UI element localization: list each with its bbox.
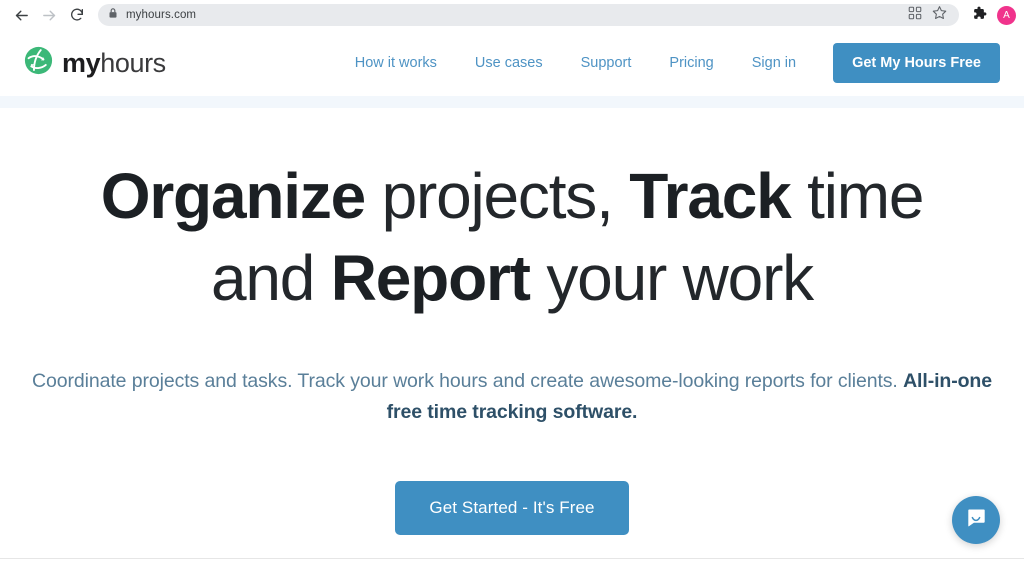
- nav-item-sign-in[interactable]: Sign in: [733, 49, 815, 77]
- page-bottom-divider: [0, 558, 1024, 559]
- puzzle-piece-icon[interactable]: [971, 5, 987, 26]
- nav-item-how-it-works[interactable]: How it works: [336, 49, 456, 77]
- brand-primary: my: [62, 47, 101, 78]
- hero-cta-container: Get Started - It's Free: [0, 480, 1024, 535]
- star-icon[interactable]: [932, 5, 947, 25]
- nav-item-support[interactable]: Support: [562, 49, 651, 77]
- reload-icon: [69, 7, 85, 23]
- chat-launcher-button[interactable]: [952, 496, 1000, 544]
- reload-button[interactable]: [64, 2, 90, 28]
- nav-item-use-cases[interactable]: Use cases: [456, 49, 562, 77]
- address-bar[interactable]: myhours.com: [98, 4, 959, 26]
- hero-title-projects: projects,: [365, 160, 630, 232]
- hero-title-word-report: Report: [330, 241, 531, 314]
- arrow-left-icon: [13, 7, 30, 24]
- hero-title-your-work: your work: [529, 241, 814, 314]
- get-my-hours-free-button[interactable]: Get My Hours Free: [833, 43, 1000, 83]
- url-text: myhours.com: [126, 9, 197, 21]
- site-header: myhours How it works Use cases Support P…: [0, 30, 1024, 96]
- browser-chrome: myhours.com A: [0, 0, 1024, 30]
- get-started-button[interactable]: Get Started - It's Free: [395, 480, 629, 535]
- header-divider: [0, 96, 1024, 108]
- back-button[interactable]: [8, 2, 34, 28]
- arrow-right-icon: [41, 7, 58, 24]
- brand-wordmark: myhours: [62, 47, 166, 78]
- hero-title-time: time: [790, 160, 924, 232]
- main-navigation: How it works Use cases Support Pricing S…: [336, 43, 1000, 83]
- avatar[interactable]: A: [997, 5, 1016, 25]
- brand-logo[interactable]: myhours: [24, 46, 166, 80]
- forward-button[interactable]: [36, 2, 62, 28]
- browser-toolbar-right: A: [967, 5, 1016, 26]
- chat-bubble-icon: [964, 506, 988, 535]
- hero-subtitle-regular: Coordinate projects and tasks. Track you…: [32, 369, 904, 392]
- brand-secondary: hours: [100, 47, 166, 78]
- hero-subtitle: Coordinate projects and tasks. Track you…: [12, 366, 1012, 429]
- myhours-globe-icon: [24, 46, 53, 80]
- lock-icon: [108, 6, 118, 24]
- hero-section: Organize projects, Track time and Report…: [0, 108, 1024, 566]
- hero-title-line-2: and Report your work: [40, 238, 984, 320]
- hero-title-word-track: Track: [629, 160, 791, 232]
- qr-code-icon[interactable]: [908, 6, 922, 25]
- omnibox-actions: [908, 5, 949, 25]
- nav-item-pricing[interactable]: Pricing: [650, 49, 732, 77]
- hero-title-line-1: Organize projects, Track time: [40, 156, 984, 238]
- page-title: Organize projects, Track time and Report…: [0, 156, 1024, 320]
- hero-title-word-organize: Organize: [100, 160, 366, 232]
- hero-title-and: and: [211, 241, 331, 314]
